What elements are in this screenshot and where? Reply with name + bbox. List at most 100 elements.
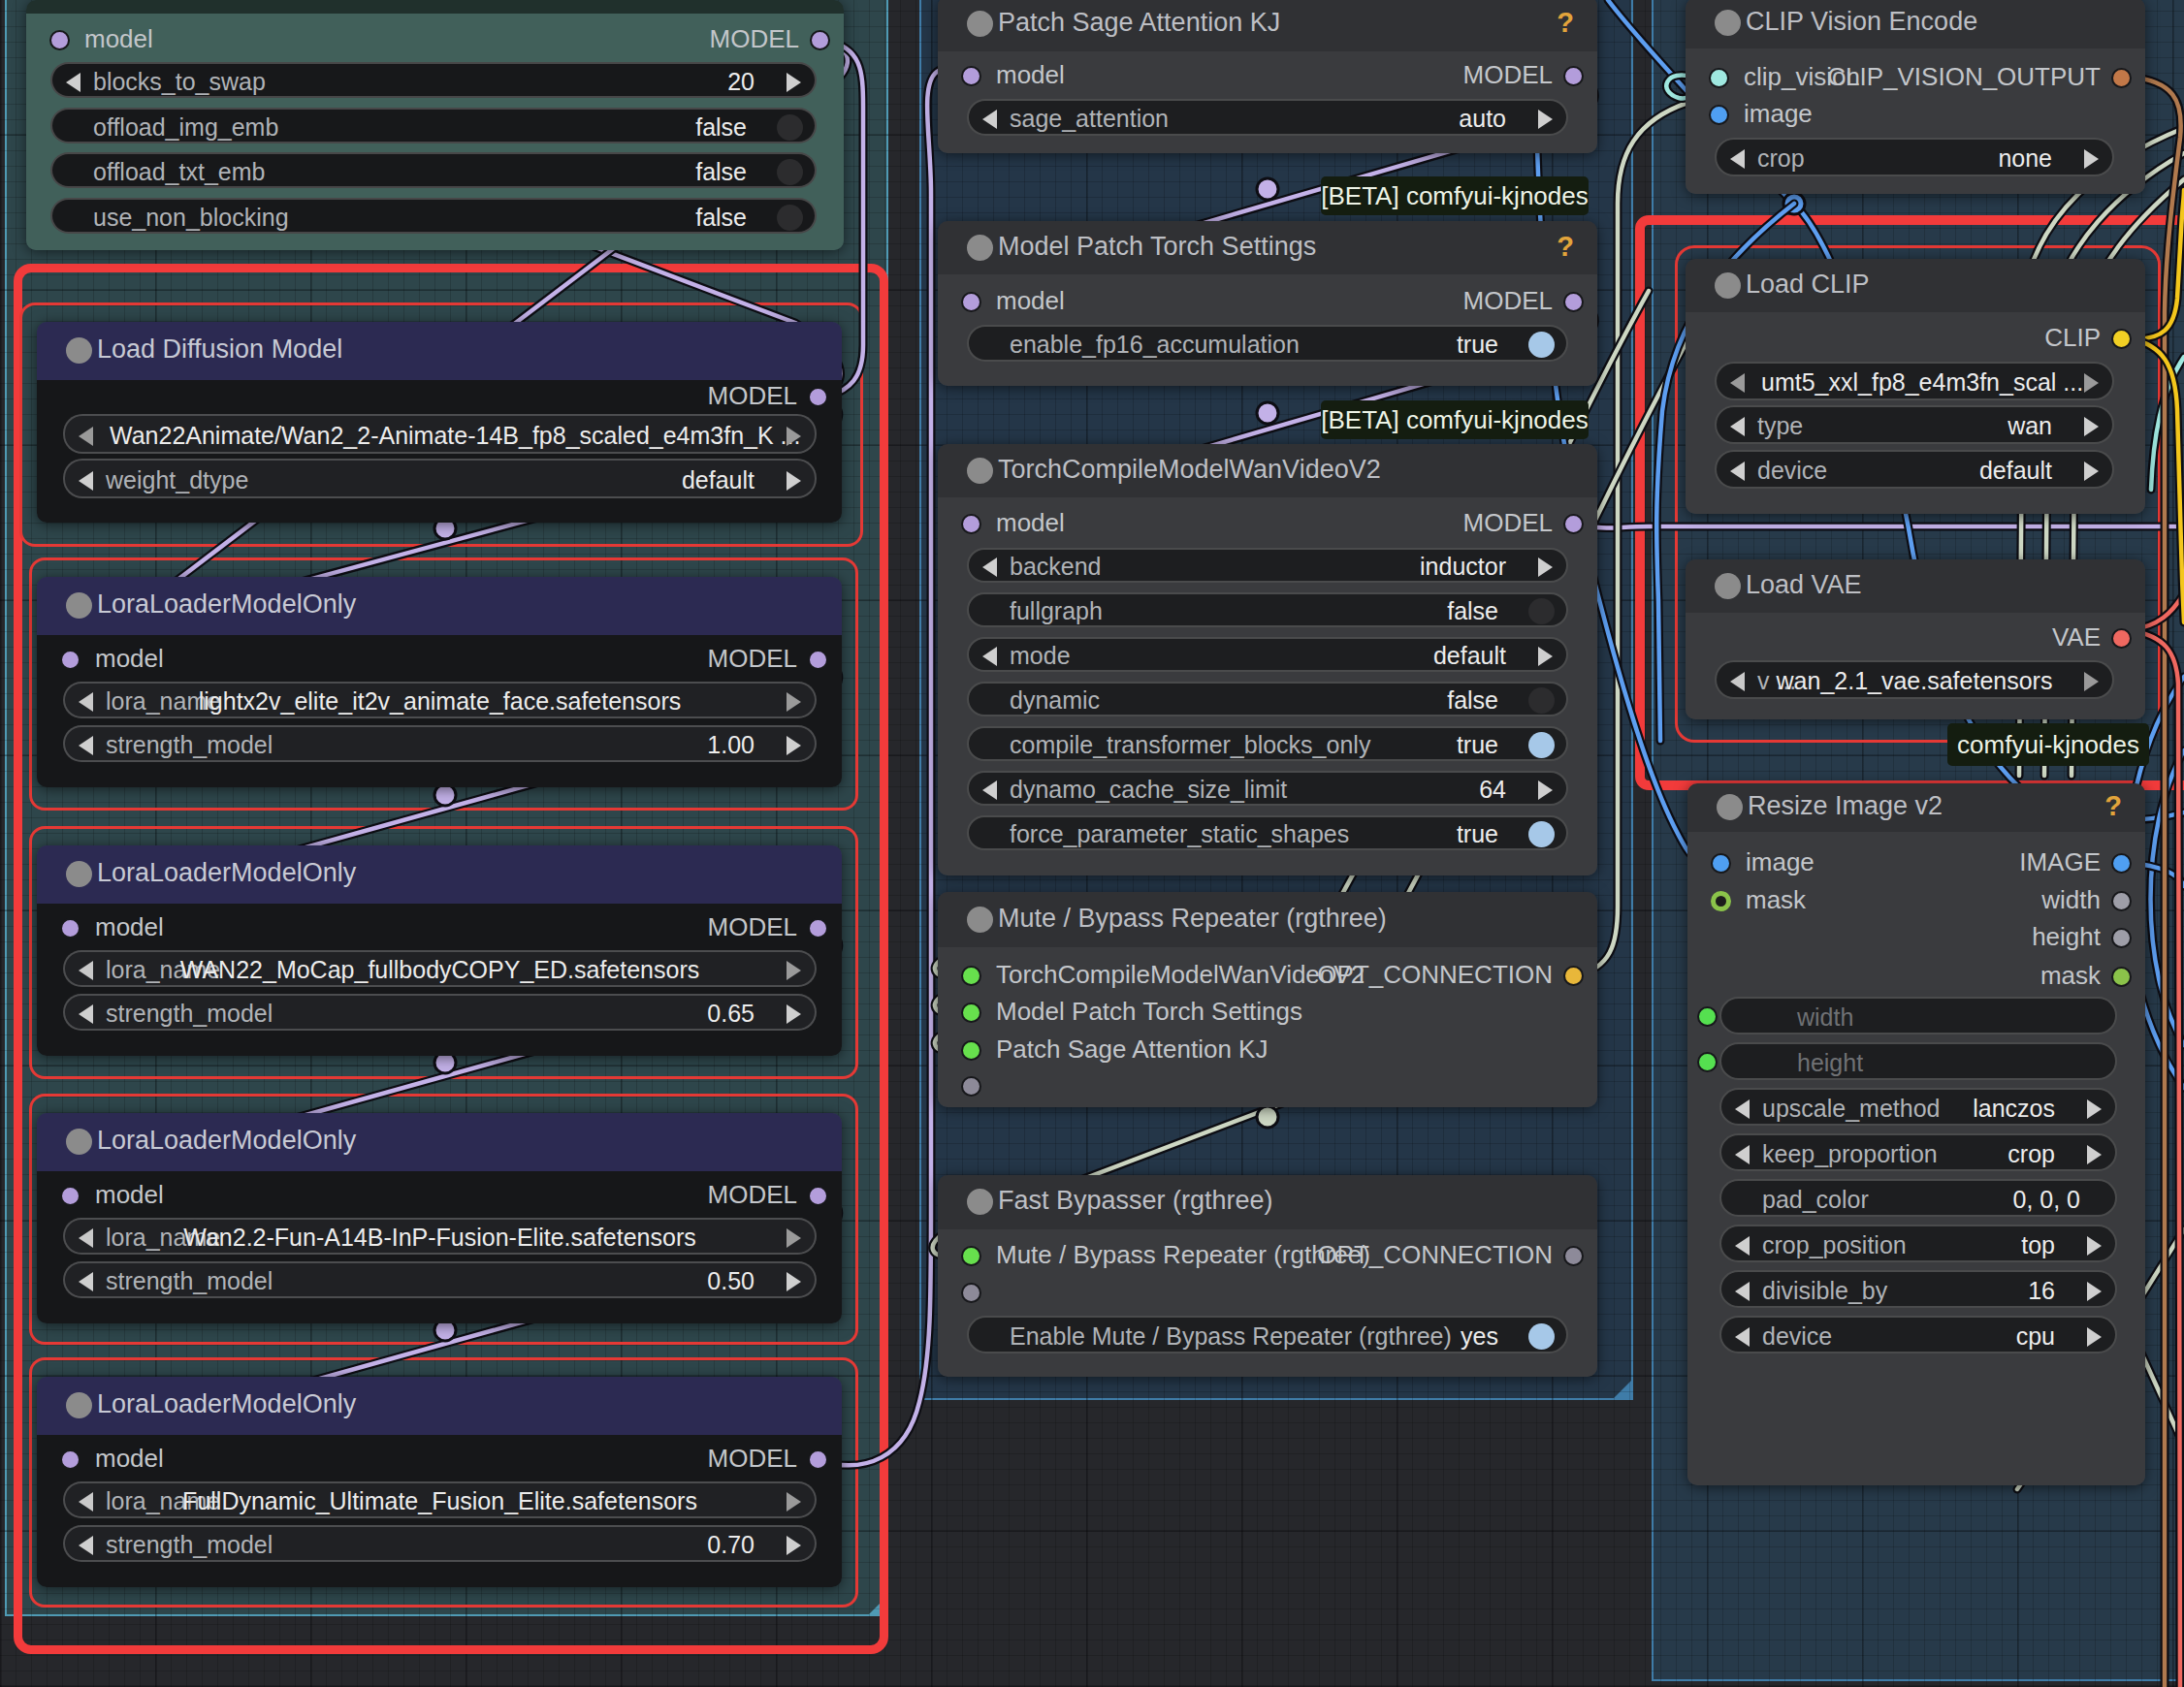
node-model-patch[interactable]: Model Patch Torch Settings?modelMODELena… <box>938 221 1597 386</box>
input-slot-dot[interactable] <box>60 650 80 670</box>
widget-fullgraph[interactable]: fullgraphfalse <box>967 592 1568 627</box>
widget-sage_attention[interactable]: sage_attentionauto <box>967 99 1568 136</box>
widget-input-dot[interactable] <box>1697 1052 1718 1072</box>
decrement-arrow-icon[interactable] <box>982 557 997 577</box>
node-fast-bypasser[interactable]: Fast Bypasser (rgthree)Mute / Bypass Rep… <box>938 1175 1597 1377</box>
widget-lora_name[interactable]: lora_nameWan2.2-Fun-A14B-InP-Fusion-Elit… <box>63 1218 817 1255</box>
node-lora-2[interactable]: LoraLoaderModelOnlymodelMODELlora_nameWA… <box>37 845 842 1056</box>
widget-file[interactable]: Wan22Animate/Wan2_2-Animate-14B_fp8_scal… <box>63 414 817 454</box>
widget-backend[interactable]: backendinductor <box>967 548 1568 583</box>
decrement-arrow-icon[interactable] <box>79 1004 93 1024</box>
toggle-knob[interactable] <box>1528 687 1555 714</box>
node-load-diffusion[interactable]: Load Diffusion ModelMODELWan22Animate/Wa… <box>37 322 842 523</box>
toggle-knob[interactable] <box>777 159 803 185</box>
node-resize-image[interactable]: Resize Image v2?imageIMAGEmaskwidthheigh… <box>1687 783 2145 1485</box>
widget-input-dot[interactable] <box>1697 1006 1718 1027</box>
decrement-arrow-icon[interactable] <box>79 427 93 446</box>
output-slot-dot[interactable] <box>808 1186 828 1206</box>
decrement-arrow-icon[interactable] <box>1735 1282 1750 1301</box>
input-slot-dot[interactable] <box>961 66 981 86</box>
decrement-arrow-icon[interactable] <box>79 1536 93 1555</box>
node-patch-sage[interactable]: Patch Sage Attention KJ?modelMODELsage_a… <box>938 0 1597 153</box>
input-slot-dot[interactable] <box>961 1246 981 1266</box>
widget-lora_name[interactable]: lora_nameWAN22_MoCap_fullbodyCOPY_ED.saf… <box>63 950 817 987</box>
widget-device[interactable]: devicedefault <box>1715 450 2114 489</box>
node-collapse-dot[interactable] <box>66 337 92 364</box>
help-icon[interactable]: ? <box>1557 231 1574 263</box>
input-slot-dot[interactable] <box>1711 891 1731 911</box>
node-collapse-dot[interactable] <box>967 1189 993 1215</box>
toggle-knob[interactable] <box>1528 598 1555 624</box>
output-slot-dot[interactable] <box>1563 1246 1584 1266</box>
input-slot-dot[interactable] <box>961 292 981 312</box>
node-collapse-dot[interactable] <box>66 592 92 619</box>
node-collapse-dot[interactable] <box>1715 10 1741 36</box>
node-collapse-dot[interactable] <box>967 235 993 261</box>
widget-crop_position[interactable]: crop_positiontop <box>1719 1225 2117 1262</box>
input-slot-dot[interactable] <box>60 918 80 939</box>
node-torch-compile[interactable]: TorchCompileModelWanVideoV2modelMODELbac… <box>938 444 1597 875</box>
toggle-knob[interactable] <box>1528 821 1555 847</box>
increment-arrow-icon[interactable] <box>1538 647 1553 666</box>
output-slot-dot[interactable] <box>2111 928 2132 948</box>
increment-arrow-icon[interactable] <box>2087 1282 2102 1301</box>
output-slot-dot[interactable] <box>2111 628 2132 649</box>
input-slot-dot[interactable] <box>961 1003 981 1023</box>
reroute-dot[interactable] <box>1257 178 1278 200</box>
widget-blocks_to_swap[interactable]: blocks_to_swap20 <box>50 62 817 98</box>
node-header[interactable]: Load VAE <box>1686 559 2145 615</box>
output-slot-dot[interactable] <box>2111 68 2132 88</box>
decrement-arrow-icon[interactable] <box>982 110 997 129</box>
widget-width[interactable]: width <box>1719 997 2117 1034</box>
node-header[interactable]: Model Patch Torch Settings? <box>938 221 1597 276</box>
toggle-knob[interactable] <box>1528 1323 1555 1350</box>
output-slot-dot[interactable] <box>1563 66 1584 86</box>
widget-strength_model[interactable]: strength_model0.70 <box>63 1525 817 1562</box>
output-slot-dot[interactable] <box>1563 966 1584 986</box>
node-collapse-dot[interactable] <box>1715 272 1741 299</box>
decrement-arrow-icon[interactable] <box>79 1272 93 1291</box>
widget-force_parameter_static_shapes[interactable]: force_parameter_static_shapestrue <box>967 815 1568 850</box>
increment-arrow-icon[interactable] <box>1538 110 1553 129</box>
node-load-vae[interactable]: Load VAEVAEv ...wan_2.1_vae.safetensors <box>1686 559 2145 719</box>
node-collapse-dot[interactable] <box>66 1392 92 1418</box>
widget-strength_model[interactable]: strength_model0.65 <box>63 994 817 1031</box>
decrement-arrow-icon[interactable] <box>1735 1236 1750 1256</box>
output-slot-dot[interactable] <box>2111 891 2132 911</box>
node-header[interactable]: LoraLoaderModelOnly <box>37 577 842 635</box>
output-slot-dot[interactable] <box>808 387 828 407</box>
widget-strength_model[interactable]: strength_model1.00 <box>63 725 817 762</box>
widget-divisible_by[interactable]: divisible_by16 <box>1719 1270 2117 1308</box>
increment-arrow-icon[interactable] <box>787 736 801 755</box>
increment-arrow-icon[interactable] <box>787 1004 801 1024</box>
increment-arrow-icon[interactable] <box>787 1536 801 1555</box>
node-collapse-dot[interactable] <box>967 907 993 933</box>
decrement-arrow-icon[interactable] <box>1730 373 1745 393</box>
input-slot-dot[interactable] <box>60 1186 80 1206</box>
node-header[interactable]: Load Diffusion Model <box>37 322 842 380</box>
node-collapse-dot[interactable] <box>967 11 993 37</box>
output-slot-dot[interactable] <box>1563 514 1584 534</box>
widget-file[interactable]: umt5_xxl_fp8_e4m3fn_scal ... <box>1715 362 2114 400</box>
widget-lora_name[interactable]: lora_namelightx2v_elite_it2v_animate_fac… <box>63 682 817 718</box>
increment-arrow-icon[interactable] <box>787 427 801 446</box>
reroute-dot[interactable] <box>1257 402 1278 424</box>
reroute-dot[interactable] <box>434 784 456 806</box>
widget-placeholder[interactable]: height <box>1797 1049 1863 1077</box>
input-slot-dot[interactable] <box>961 1076 981 1097</box>
output-slot-dot[interactable] <box>1563 292 1584 312</box>
widget-device[interactable]: devicecpu <box>1719 1316 2117 1353</box>
toggle-knob[interactable] <box>777 205 803 231</box>
increment-arrow-icon[interactable] <box>2084 672 2099 691</box>
node-header[interactable]: LoraLoaderModelOnly <box>37 1377 842 1435</box>
widget-lora_name[interactable]: lora_nameFullDynamic_Ultimate_Fusion_Eli… <box>63 1481 817 1518</box>
help-icon[interactable]: ? <box>1557 7 1574 39</box>
widget-Enable Mute / Bypass Repeater (rgthree)[interactable]: Enable Mute / Bypass Repeater (rgthree)y… <box>967 1316 1568 1353</box>
node-header[interactable]: Patch Sage Attention KJ? <box>938 0 1597 53</box>
input-slot-dot[interactable] <box>961 514 981 534</box>
widget-placeholder[interactable]: width <box>1797 1003 1853 1032</box>
node-graph-canvas[interactable]: modelMODELblocks_to_swap20offload_img_em… <box>0 0 2184 1687</box>
increment-arrow-icon[interactable] <box>787 692 801 712</box>
decrement-arrow-icon[interactable] <box>1735 1099 1750 1119</box>
decrement-arrow-icon[interactable] <box>66 73 80 92</box>
